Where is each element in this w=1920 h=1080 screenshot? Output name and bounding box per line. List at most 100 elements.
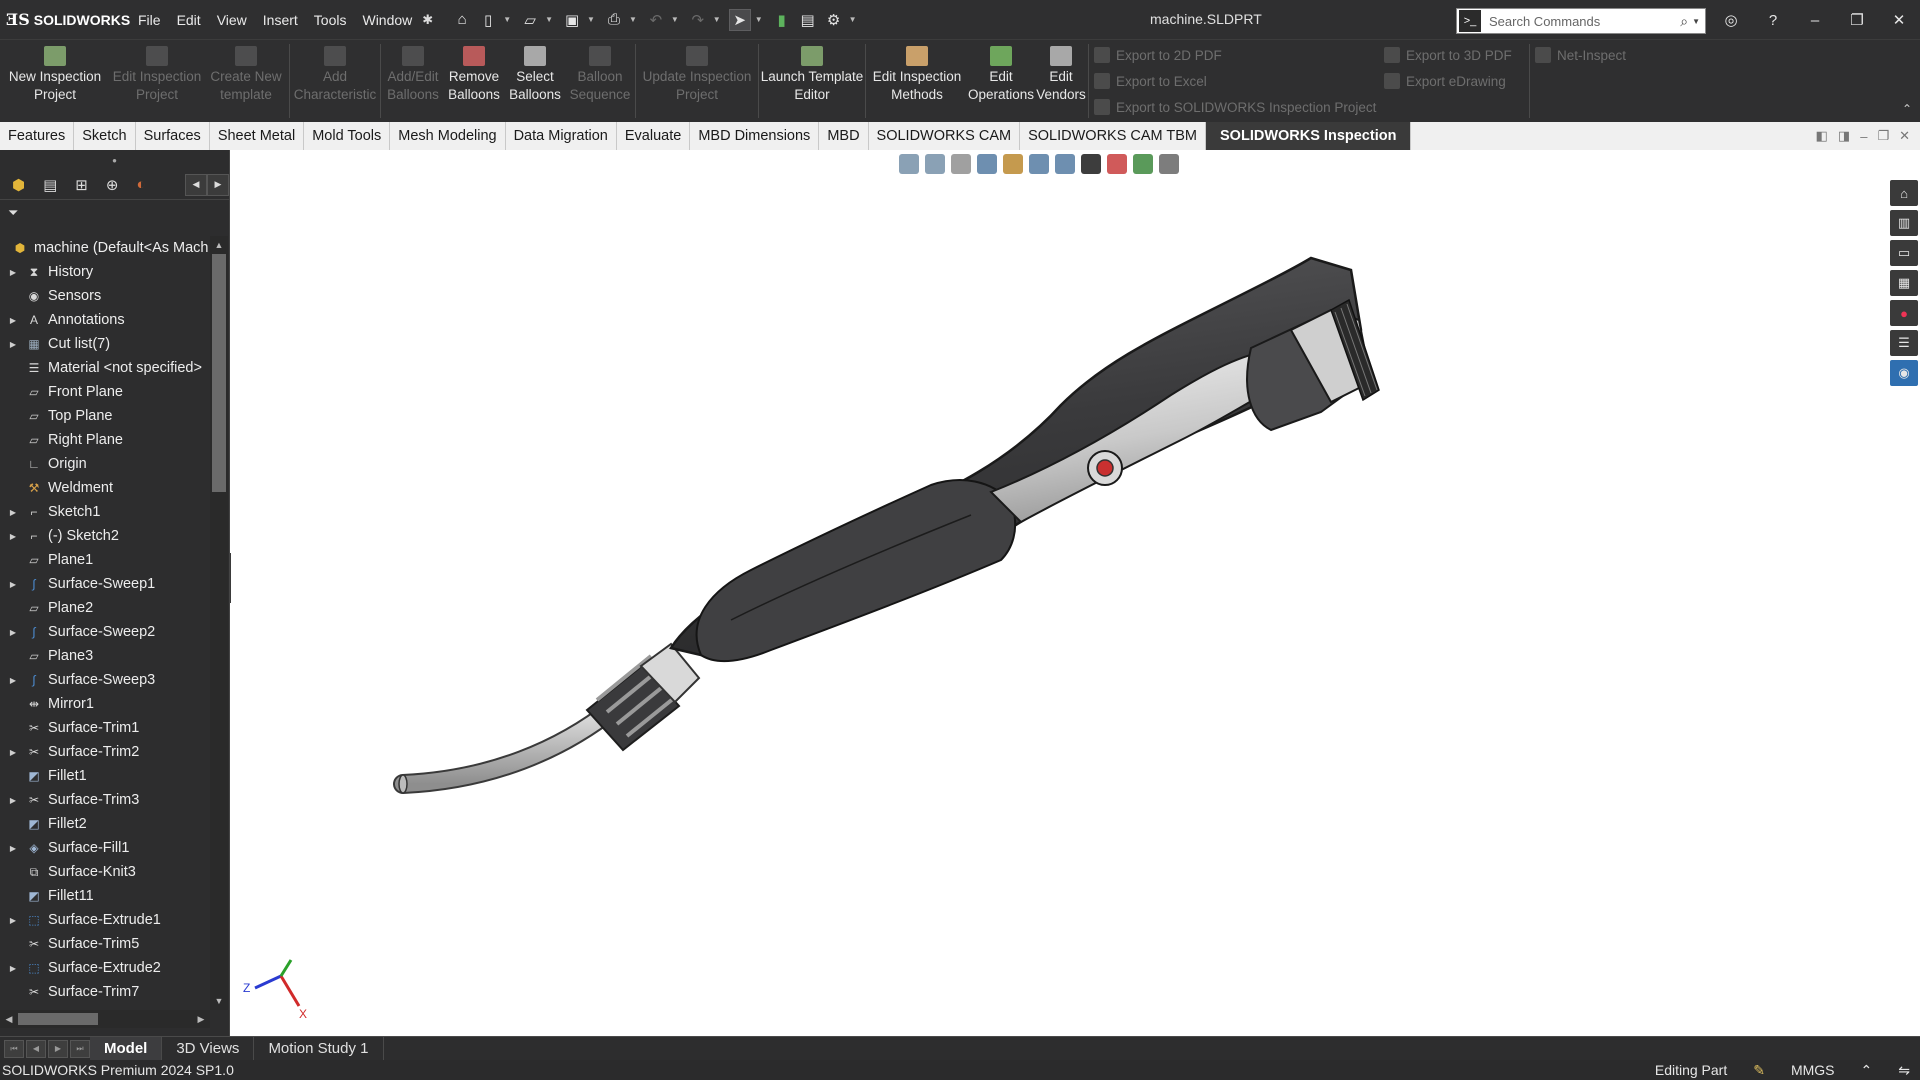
tree-node[interactable]: ⬢ machine (Default<As Mach [0,236,210,260]
chevron-down-icon[interactable]: ▼ [587,15,595,24]
net-inspect-button[interactable]: Net-Inspect [1531,44,1651,66]
tab-sketch[interactable]: Sketch [74,122,136,150]
status-up-icon[interactable]: ⌃ [1861,1062,1873,1079]
dimxpert-tab-icon[interactable]: ⊕ [106,176,119,194]
edit-vendors-button[interactable]: Edit Vendors [1035,40,1087,122]
new-file-icon[interactable]: ▯ [477,9,499,31]
restore-icon[interactable]: ❐ [1836,11,1878,29]
tab-mbd[interactable]: MBD [819,122,869,150]
tree-node[interactable]: ▶ ⬚ Surface-Extrude1 [0,908,210,932]
feature-tree-tab-icon[interactable]: ⬢ [12,176,25,194]
search-input[interactable]: Search Commands [1489,14,1680,29]
expand-arrow-icon[interactable]: ▶ [6,628,20,637]
tree-node[interactable]: ▱ Plane2 [0,596,210,620]
update-inspection-project-button[interactable]: Update Inspection Project [637,40,757,122]
select-balloons-button[interactable]: Select Balloons [504,40,566,122]
expand-arrow-icon[interactable]: ▶ [6,796,20,805]
export-edrawing-button[interactable]: Export eDrawing [1380,70,1528,92]
menu-view[interactable]: View [209,12,255,28]
collapse-ribbon-icon[interactable]: ⌃ [1902,102,1912,116]
export-3d-pdf-button[interactable]: Export to 3D PDF [1380,44,1528,66]
pin-icon[interactable]: ✱ [422,12,433,28]
chevron-left-icon[interactable]: ◀ [185,173,207,196]
chevron-down-icon[interactable]: ▼ [849,15,857,24]
doc-close-icon[interactable]: ✕ [1899,128,1910,144]
print-icon[interactable]: ⎙ [603,9,625,31]
tab-sheet-metal[interactable]: Sheet Metal [210,122,305,150]
chevron-down-icon[interactable]: ▼ [503,15,511,24]
tab-surfaces[interactable]: Surfaces [136,122,210,150]
tree-node[interactable]: ◉ Sensors [0,284,210,308]
expand-arrow-icon[interactable]: ▶ [6,268,20,277]
menu-tools[interactable]: Tools [306,12,355,28]
tree-node[interactable]: ▶ ∫ Surface-Sweep1 [0,572,210,596]
tree-node[interactable]: ◩ Fillet11 [0,884,210,908]
expand-arrow-icon[interactable]: ▶ [6,340,20,349]
panel-grip[interactable]: ● [0,150,229,170]
menu-window[interactable]: Window [354,12,420,28]
scroll-thumb[interactable] [212,254,226,492]
home-icon[interactable]: ⌂ [451,9,473,31]
tree-node[interactable]: ▶ ∫ Surface-Sweep3 [0,668,210,692]
property-manager-tab-icon[interactable]: ▤ [43,176,57,194]
chevron-right-icon[interactable]: ▶ [207,173,229,196]
expand-arrow-icon[interactable]: ▶ [6,508,20,517]
tree-node[interactable]: ▶ ▦ Cut list(7) [0,332,210,356]
search-icon[interactable]: ⌕ [1680,13,1688,30]
status-settings-icon[interactable]: ⇋ [1898,1062,1910,1079]
edit-inspection-methods-button[interactable]: Edit Inspection Methods [867,40,967,122]
tree-node[interactable]: ▶ A Annotations [0,308,210,332]
balloon-sequence-button[interactable]: Balloon Sequence [566,40,634,122]
tab-solidworks-cam[interactable]: SOLIDWORKS CAM [869,122,1021,150]
chevron-down-icon[interactable]: ▼ [713,15,721,24]
add-characteristic-button[interactable]: Add Characteristic [291,40,379,122]
expand-arrow-icon[interactable]: ▶ [6,532,20,541]
tree-node[interactable]: ✂ Surface-Trim7 [0,980,210,996]
save-icon[interactable]: ▣ [561,9,583,31]
expand-arrow-icon[interactable]: ▶ [6,316,20,325]
menu-edit[interactable]: Edit [169,12,209,28]
expand-arrow-icon[interactable]: ▶ [6,580,20,589]
tab-3d-views[interactable]: 3D Views [162,1036,255,1061]
edit-inspection-project-button[interactable]: Edit Inspection Project [110,40,204,122]
tree-node[interactable]: ▱ Right Plane [0,428,210,452]
graphics-area[interactable]: ⌂ ▥ ▭ ▦ ● ☰ ◉ Z X [231,150,1920,1036]
tile-right-icon[interactable]: ◨ [1838,128,1850,144]
launch-template-editor-button[interactable]: Launch Template Editor [760,40,864,122]
select-cursor-icon[interactable]: ➤ [728,8,751,31]
expand-arrow-icon[interactable]: ▶ [6,916,20,925]
remove-balloons-button[interactable]: Remove Balloons [444,40,504,122]
tree-node[interactable]: ▱ Plane3 [0,644,210,668]
chevron-down-icon[interactable]: ▼ [545,15,553,24]
tab-motion-study-1[interactable]: Motion Study 1 [254,1036,384,1061]
traffic-light-icon[interactable]: ▮ [771,9,793,31]
tree-node[interactable]: ☰ Material <not specified> [0,356,210,380]
export-excel-button[interactable]: Export to Excel [1090,70,1380,92]
tab-features[interactable]: Features [0,122,75,150]
tree-node[interactable]: ▶ ◈ Surface-Fill1 [0,836,210,860]
tree-node[interactable]: ▶ ⧗ History [0,260,210,284]
export-inspection-project-button[interactable]: Export to SOLIDWORKS Inspection Project [1090,96,1380,118]
tree-node[interactable]: ✂ Surface-Trim5 [0,932,210,956]
expand-arrow-icon[interactable]: ▶ [6,964,20,973]
expand-arrow-icon[interactable]: ▶ [6,844,20,853]
scroll-down-icon[interactable]: ▼ [210,992,228,1010]
tree-node[interactable]: ⧉ Surface-Knit3 [0,860,210,884]
tree-node[interactable]: ▶ ⌐ Sketch1 [0,500,210,524]
gear-icon[interactable]: ⚙ [823,9,845,31]
tree-node[interactable]: ⇹ Mirror1 [0,692,210,716]
chevron-down-icon[interactable]: ▼ [629,15,637,24]
search-commands[interactable]: >_ Search Commands ⌕ ▼ [1456,8,1706,34]
rebuild-icon[interactable]: ✎ [1753,1062,1765,1079]
scroll-thumb[interactable] [18,1013,98,1025]
scroll-up-icon[interactable]: ▲ [210,236,228,254]
tab-model[interactable]: Model [90,1036,163,1061]
tile-left-icon[interactable]: ◧ [1816,128,1828,144]
filter-icon[interactable]: ⏷ [0,200,229,226]
chevron-down-icon[interactable]: ▼ [1692,17,1700,26]
next-tab-icon[interactable]: ▶ [48,1039,68,1058]
tree-horizontal-scrollbar[interactable]: ◀ ▶ [0,1010,210,1028]
tree-node[interactable]: ▶ ⬚ Surface-Extrude2 [0,956,210,980]
tree-node[interactable]: ▱ Plane1 [0,548,210,572]
user-account-icon[interactable]: ◎ [1710,11,1752,29]
